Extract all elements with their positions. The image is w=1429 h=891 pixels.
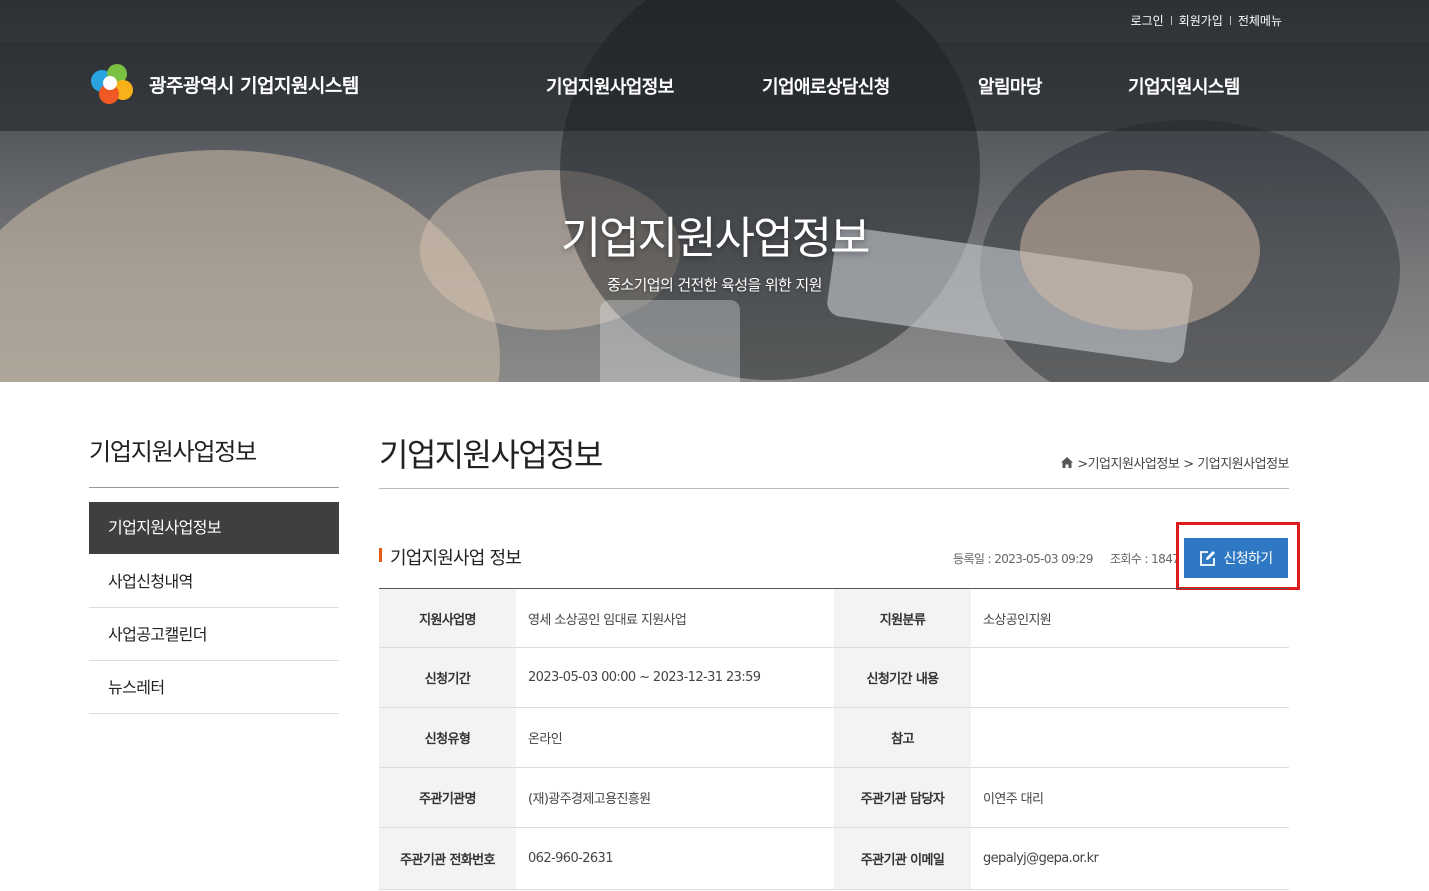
edit-icon — [1200, 550, 1216, 566]
field-value: 소상공인지원 — [971, 588, 1289, 648]
divider — [1170, 16, 1172, 25]
field-label: 주관기관명 — [379, 767, 516, 828]
sidebar-item-calendar[interactable]: 사업공고캘린더 — [89, 608, 339, 661]
table-row: 주관기관 전화번호 062-960-2631 주관기관 이메일 gepalyj@… — [379, 827, 1289, 890]
support-info-table: 지원사업명 영세 소상공인 임대료 지원사업 지원분류 소상공인지원 신청기간 … — [379, 588, 1289, 890]
nav-consulting[interactable]: 기업애로상담신청 — [762, 73, 890, 99]
field-label: 주관기관 담당자 — [834, 767, 971, 828]
divider — [379, 488, 1289, 489]
field-value: 영세 소상공인 임대료 지원사업 — [516, 588, 834, 648]
field-label: 신청유형 — [379, 707, 516, 768]
registered-date: 등록일 : 2023-05-03 09:29 — [953, 552, 1093, 566]
page-title: 기업지원사업정보 — [379, 436, 603, 474]
hero-subtitle: 중소기업의 건전한 육성을 위한 지원 — [607, 276, 822, 294]
section-title: 기업지원사업 정보 — [390, 548, 522, 569]
field-value: 2023-05-03 00:00 ~ 2023-12-31 23:59 — [516, 647, 834, 708]
utility-bar: 로그인 회원가입 전체메뉴 — [0, 0, 1429, 42]
table-row: 주관기관명 (재)광주경제고용진흥원 주관기관 담당자 이연주 대리 — [379, 767, 1289, 828]
sidebar-item-application-history[interactable]: 사업신청내역 — [89, 555, 339, 608]
sidebar-item-support-info[interactable]: 기업지원사업정보 — [89, 502, 339, 554]
city-logo-icon — [89, 62, 135, 106]
field-label: 주관기관 이메일 — [834, 827, 971, 890]
hero-banner: 로그인 회원가입 전체메뉴 광주광역시 기업지원시스템 기업지원사업정보 기업애… — [0, 0, 1429, 382]
field-value: 이연주 대리 — [971, 767, 1289, 828]
field-value — [971, 647, 1289, 708]
table-row: 지원사업명 영세 소상공인 임대료 지원사업 지원분류 소상공인지원 — [379, 588, 1289, 648]
hero-title: 기업지원사업정보 — [560, 213, 871, 264]
nav-system[interactable]: 기업지원시스템 — [1128, 73, 1240, 99]
field-value: gepalyj@gepa.or.kr — [971, 827, 1289, 890]
table-row: 신청유형 온라인 참고 — [379, 707, 1289, 768]
main-navigation: 광주광역시 기업지원시스템 기업지원사업정보 기업애로상담신청 알림마당 기업지… — [0, 42, 1429, 131]
sidebar-menu: 기업지원사업정보 사업신청내역 사업공고캘린더 뉴스레터 — [89, 502, 339, 714]
site-logo[interactable]: 광주광역시 기업지원시스템 — [89, 62, 359, 106]
sidebar-title: 기업지원사업정보 — [89, 438, 257, 466]
apply-button[interactable]: 신청하기 — [1184, 538, 1288, 578]
field-label: 참고 — [834, 707, 971, 768]
sidebar-item-newsletter[interactable]: 뉴스레터 — [89, 661, 339, 714]
signup-link[interactable]: 회원가입 — [1179, 12, 1223, 29]
field-label: 지원사업명 — [379, 588, 516, 648]
breadcrumb-item[interactable]: >기업지원사업정보 — [1077, 453, 1180, 472]
view-count: 조회수 : 1847 — [1109, 552, 1180, 566]
section-marker — [379, 548, 382, 562]
table-row: 신청기간 2023-05-03 00:00 ~ 2023-12-31 23:59… — [379, 647, 1289, 708]
breadcrumb: >기업지원사업정보 > 기업지원사업정보 — [1061, 453, 1289, 472]
breadcrumb-item[interactable]: > 기업지원사업정보 — [1183, 453, 1289, 472]
nav-notice[interactable]: 알림마당 — [978, 73, 1042, 99]
field-value: 온라인 — [516, 707, 834, 768]
site-name: 광주광역시 기업지원시스템 — [149, 74, 359, 97]
sitemap-link[interactable]: 전체메뉴 — [1238, 12, 1282, 29]
nav-support-info[interactable]: 기업지원사업정보 — [546, 73, 674, 99]
apply-button-label: 신청하기 — [1223, 551, 1273, 567]
post-meta: 등록일 : 2023-05-03 09:29 조회수 : 1847 — [953, 550, 1180, 567]
field-value: (재)광주경제고용진흥원 — [516, 767, 834, 828]
divider — [1229, 16, 1231, 25]
field-value: 062-960-2631 — [516, 827, 834, 890]
field-label: 신청기간 — [379, 647, 516, 708]
field-label: 주관기관 전화번호 — [379, 827, 516, 890]
login-link[interactable]: 로그인 — [1131, 12, 1164, 29]
field-label: 신청기간 내용 — [834, 647, 971, 708]
utility-links: 로그인 회원가입 전체메뉴 — [1131, 12, 1282, 29]
field-label: 지원분류 — [834, 588, 971, 648]
field-value — [971, 707, 1289, 768]
divider — [89, 487, 339, 488]
home-icon[interactable] — [1061, 457, 1074, 468]
